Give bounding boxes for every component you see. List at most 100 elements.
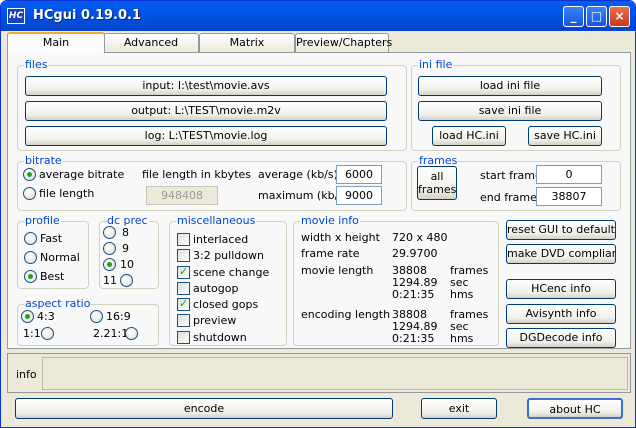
aspect-4-3-label: 4:3 [37,310,55,323]
tab-preview-chapters[interactable]: Preview/Chapters [295,33,392,52]
frame-rate-value: 29.9700 [392,247,438,260]
pulldown-checkbox[interactable] [177,249,190,262]
dgdecode-info-button[interactable]: DGDecode info [506,328,616,348]
closed-gops-label: closed gops [193,298,259,311]
profile-best-radio[interactable] [24,270,37,283]
ini-file-group: ini file load ini file save ini file loa… [411,58,621,151]
all-frames-button[interactable]: all frames [417,166,457,200]
load-ini-button[interactable]: load ini file [418,76,602,96]
main-panel: files input: I:\test\movie.avs output: L… [7,52,631,349]
info-bar: info [7,353,631,393]
start-frame-label: start frame [480,169,542,182]
dc-prec-10-label: 10 [120,258,134,271]
end-frame-input[interactable]: 38807 [536,187,602,206]
frame-rate-label: frame rate [301,247,360,260]
average-kbs-input[interactable]: 6000 [336,165,382,184]
frames-group: frames all frames start frame 0 end fram… [411,154,621,211]
encode-button[interactable]: encode [15,398,393,419]
aspect-4-3-radio[interactable] [21,310,34,323]
dc-prec-group: dc prec 8 9 10 11 [99,214,159,289]
autogop-checkbox[interactable] [177,282,190,295]
bitrate-legend: bitrate [24,154,63,168]
file-length-radio[interactable] [23,187,36,200]
aspect-1-1-radio[interactable] [41,327,54,340]
scene-change-checkbox[interactable] [177,265,190,279]
tab-matrix[interactable]: Matrix [199,33,295,52]
aspect-ratio-legend: aspect ratio [24,297,92,311]
app-icon: HC [7,8,25,24]
start-frame-input[interactable]: 0 [536,165,602,184]
aspect-ratio-group: aspect ratio 4:3 16:9 1:1 2.21:1 [17,297,159,346]
dc-prec-9-label: 9 [122,242,129,255]
dc-prec-11-radio[interactable] [120,274,133,287]
preview-label: preview [193,314,237,327]
info-label: info [16,368,37,381]
dc-prec-11-label: 11 [103,274,117,287]
shutdown-checkbox[interactable] [177,331,190,344]
movie-length-label: movie length [301,264,374,277]
save-hc-ini-button[interactable]: save HC.ini [528,126,602,146]
log-button[interactable]: log: L:\TEST\movie.log [25,126,387,146]
encoding-length-hms: 0:21:35 [392,332,435,345]
pulldown-label: 3:2 pulldown [193,249,264,262]
avisynth-info-button[interactable]: Avisynth info [506,304,616,324]
average-kbs-label: average (kb/s) [258,168,338,181]
average-bitrate-label: average bitrate [39,168,125,181]
output-button[interactable]: output: L:\TEST\movie.m2v [25,101,387,121]
info-text-box [42,357,628,390]
profile-fast-label: Fast [40,232,63,245]
make-dvd-compliant-button[interactable]: make DVD compliant [506,244,616,264]
save-ini-button[interactable]: save ini file [418,101,602,121]
main-window: HC HCgui 0.19.0.1 _ □ × Main Advanced Ma… [0,0,636,428]
input-button[interactable]: input: I:\test\movie.avs [25,76,387,96]
profile-normal-radio[interactable] [24,251,37,264]
encoding-length-label: encoding length [301,308,391,321]
about-hc-button[interactable]: about HC [527,398,623,419]
hcenc-info-button[interactable]: HCenc info [506,279,616,299]
movie-length-unit-hms: hms [450,288,474,301]
reset-gui-button[interactable]: reset GUI to default [506,220,616,240]
maximize-button[interactable]: □ [586,6,607,27]
maximum-kbs-input[interactable]: 9000 [336,186,382,205]
maximum-kbs-label: maximum (kb/s) [258,189,349,202]
tab-advanced[interactable]: Advanced [103,33,199,52]
interlaced-label: interlaced [193,233,249,246]
close-button[interactable]: × [609,6,630,27]
autogop-label: autogop [193,282,239,295]
file-length-kbytes-label: file length in kbytes [142,168,252,181]
miscellaneous-group: miscellaneous interlaced 3:2 pulldown sc… [169,214,287,346]
aspect-2-21-1-label: 2.21:1 [93,327,129,340]
scene-change-label: scene change [193,266,270,279]
load-hc-ini-button[interactable]: load HC.ini [432,126,506,146]
profile-best-label: Best [40,270,65,283]
profile-fast-radio[interactable] [24,232,37,245]
files-group: files input: I:\test\movie.avs output: L… [17,58,407,151]
ini-legend: ini file [418,58,454,72]
width-height-value: 720 x 480 [392,231,448,244]
end-frame-label: end frame [480,191,537,204]
files-legend: files [24,58,49,72]
profile-group: profile Fast Normal Best [17,214,89,289]
closed-gops-checkbox[interactable] [177,297,190,311]
dc-prec-10-radio[interactable] [103,258,116,271]
minimize-button[interactable]: _ [563,6,584,27]
file-length-label: file length [39,187,95,200]
profile-legend: profile [24,214,61,228]
dc-prec-8-radio[interactable] [103,226,116,239]
average-bitrate-radio[interactable] [23,168,36,181]
movie-info-legend: movie info [300,214,360,228]
title-bar[interactable]: HC HCgui 0.19.0.1 _ □ × [1,1,635,31]
aspect-16-9-label: 16:9 [106,310,131,323]
file-length-input[interactable]: 948408 [146,186,218,205]
preview-checkbox[interactable] [177,314,190,327]
width-height-label: width x height [301,231,380,244]
movie-info-group: movie info width x height 720 x 480 fram… [293,214,499,346]
dc-prec-9-radio[interactable] [103,242,116,255]
tab-main[interactable]: Main [7,32,105,53]
aspect-2-21-1-radio[interactable] [125,327,138,340]
interlaced-checkbox[interactable] [177,233,190,246]
aspect-16-9-radio[interactable] [90,310,103,323]
shutdown-label: shutdown [193,331,247,344]
miscellaneous-legend: miscellaneous [176,214,257,228]
exit-button[interactable]: exit [421,398,497,419]
